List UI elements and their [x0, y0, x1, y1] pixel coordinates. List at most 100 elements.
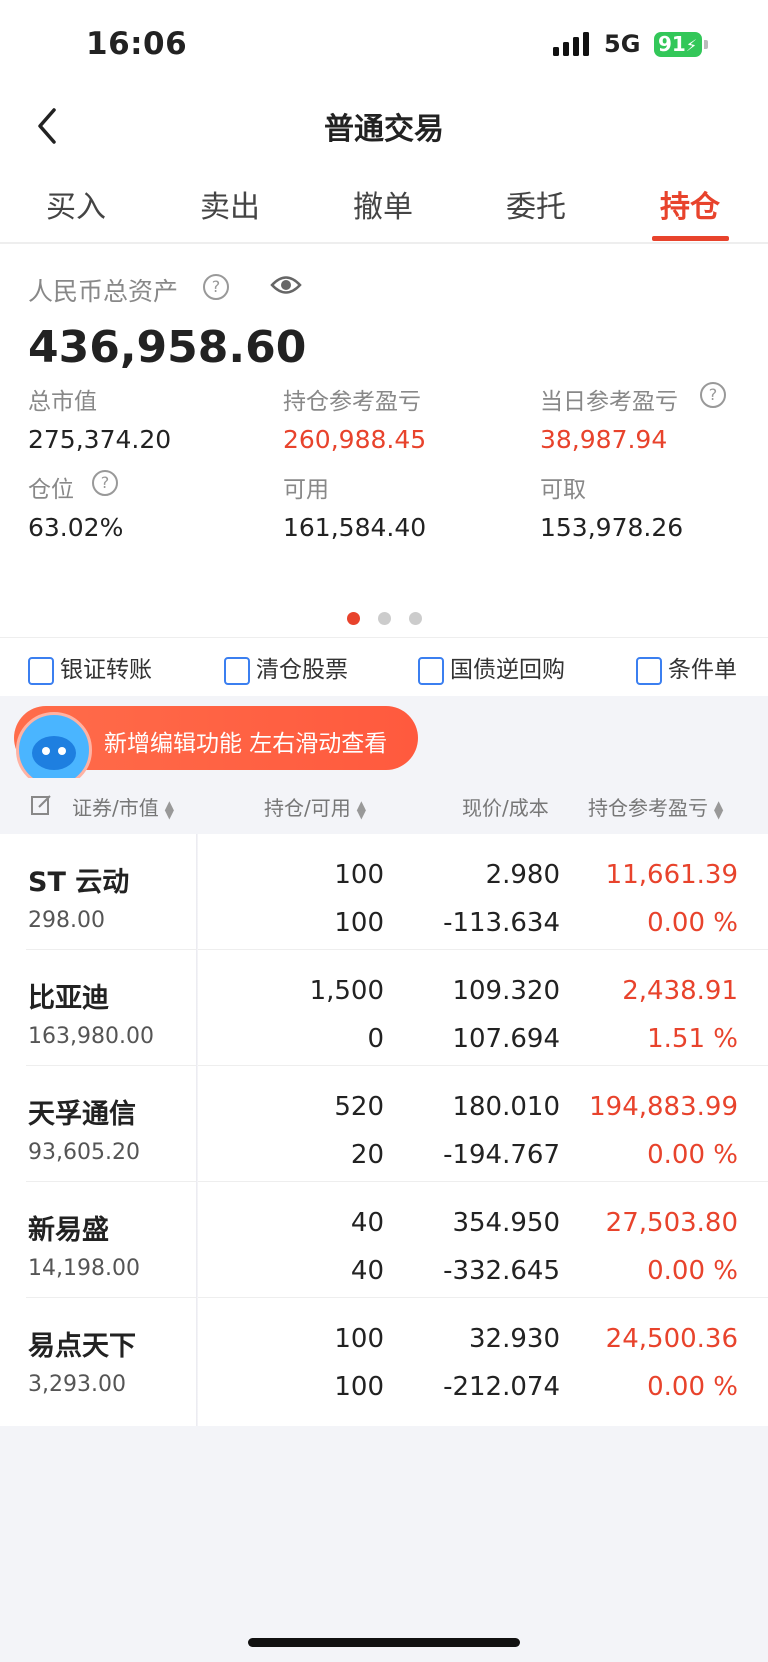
daily-pnl-value: 38,987.94 [540, 425, 668, 454]
positions-table: ST 云动 298.00 100 100 2.980 -113.634 11,6… [0, 834, 768, 1426]
active-tab-indicator [652, 236, 729, 241]
fixed-column-shadow [196, 834, 198, 1426]
stock-market-value: 298.00 [28, 908, 105, 933]
position-pnl-value: 260,988.45 [283, 425, 427, 454]
stock-name: 新易盛 [28, 1215, 109, 1246]
help-icon[interactable]: ? [92, 470, 118, 496]
asset-summary: 人民币总资产 ? 436,958.60 总市值 275,374.20 持仓参考盈… [0, 244, 768, 637]
table-row[interactable]: 易点天下 3,293.00 100 100 32.930 -212.074 24… [0, 1298, 768, 1414]
pnl-percent: 0.00 % [647, 1140, 738, 1170]
position-pnl-label: 持仓参考盈亏 [283, 389, 421, 415]
pnl-percent: 0.00 % [647, 908, 738, 938]
holding-qty: 1,500 [309, 976, 384, 1006]
market-value-label: 总市值 [28, 389, 97, 415]
cost-price: -194.767 [443, 1140, 560, 1170]
page-dot [378, 612, 391, 625]
chart-icon [224, 656, 250, 685]
tab-sell[interactable]: 卖出 [170, 182, 290, 226]
stock-market-value: 3,293.00 [28, 1372, 126, 1397]
header-security[interactable]: 证券/市值 ▲ ▼ [72, 792, 174, 821]
shortcut-bar: 银证转账 清仓股票 国债逆回购 条件单 [0, 637, 768, 696]
sort-icon: ▲ ▼ [356, 797, 366, 821]
header-pnl[interactable]: 持仓参考盈亏 ▲ ▼ [588, 792, 723, 821]
table-row[interactable]: 新易盛 14,198.00 40 40 354.950 -332.645 27,… [0, 1182, 768, 1298]
table-row[interactable]: 比亚迪 163,980.00 1,500 0 109.320 107.694 2… [0, 950, 768, 1066]
page-dot [409, 612, 422, 625]
status-bar: 16:06 5G 91⚡ [0, 0, 768, 90]
pnl-percent: 0.00 % [647, 1372, 738, 1402]
edit-icon[interactable] [30, 794, 52, 816]
header-holding[interactable]: 持仓/可用 ▲ ▼ [264, 792, 366, 821]
total-assets-value: 436,958.60 [28, 322, 307, 373]
withdrawable-value: 153,978.26 [540, 513, 684, 542]
available-qty: 100 [334, 908, 384, 938]
shortcut-reverse-repo[interactable]: 国债逆回购 [418, 650, 565, 685]
nav-bar: 普通交易 [0, 90, 768, 164]
tab-orders[interactable]: 委托 [476, 182, 596, 226]
page-title: 普通交易 [324, 112, 444, 147]
holding-qty: 40 [350, 1208, 384, 1238]
current-price: 354.950 [452, 1208, 560, 1238]
table-row[interactable]: 天孚通信 93,605.20 520 20 180.010 -194.767 1… [0, 1066, 768, 1182]
sort-icon: ▲ ▼ [714, 797, 724, 821]
header-price: 现价/成本 [462, 792, 549, 821]
document-icon [636, 656, 662, 685]
battery-icon: 91⚡ [654, 32, 702, 57]
tab-buy[interactable]: 买入 [16, 182, 136, 226]
current-price: 32.930 [469, 1324, 560, 1354]
available-qty: 0 [367, 1024, 384, 1054]
help-icon[interactable]: ? [203, 274, 229, 300]
pnl-amount: 24,500.36 [605, 1324, 738, 1354]
status-time: 16:06 [86, 26, 188, 62]
signal-icon [553, 32, 589, 56]
available-qty: 20 [350, 1140, 384, 1170]
help-icon[interactable]: ? [700, 382, 726, 408]
shortcut-bank-transfer[interactable]: 银证转账 [28, 650, 152, 685]
battery-level: 91 [658, 32, 686, 56]
pnl-amount: 27,503.80 [605, 1208, 738, 1238]
home-indicator[interactable] [248, 1638, 520, 1647]
pnl-amount: 194,883.99 [589, 1092, 738, 1122]
header-label: 持仓参考盈亏 [588, 796, 708, 820]
cost-price: -113.634 [443, 908, 560, 938]
holding-qty: 100 [334, 1324, 384, 1354]
available-label: 可用 [283, 477, 329, 503]
stock-market-value: 163,980.00 [28, 1024, 154, 1049]
daily-pnl-label: 当日参考盈亏 [540, 389, 678, 415]
pnl-amount: 2,438.91 [622, 976, 738, 1006]
cost-price: -212.074 [443, 1372, 560, 1402]
current-price: 180.010 [452, 1092, 560, 1122]
network-type: 5G [604, 30, 641, 58]
available-qty: 100 [334, 1372, 384, 1402]
available-value: 161,584.40 [283, 513, 427, 542]
table-row[interactable]: ST 云动 298.00 100 100 2.980 -113.634 11,6… [0, 834, 768, 950]
tab-bar: 买入 卖出 撤单 委托 持仓 [0, 164, 768, 244]
holding-qty: 520 [334, 1092, 384, 1122]
position-ratio-value: 63.02% [28, 513, 124, 542]
stock-name: 天孚通信 [28, 1099, 136, 1130]
battery-tip [704, 40, 708, 49]
header-label: 现价/成本 [462, 796, 549, 820]
withdrawable-label: 可取 [540, 477, 586, 503]
available-qty: 40 [350, 1256, 384, 1286]
cost-price: 107.694 [452, 1024, 560, 1054]
stock-name: 易点天下 [28, 1331, 136, 1362]
pnl-percent: 1.51 % [647, 1024, 738, 1054]
position-ratio-label: 仓位 [28, 477, 74, 503]
current-price: 2.980 [485, 860, 560, 890]
shortcut-label: 清仓股票 [256, 657, 348, 683]
shortcut-label: 条件单 [668, 657, 737, 683]
shortcut-label: 国债逆回购 [450, 657, 565, 683]
market-value: 275,374.20 [28, 425, 172, 454]
shortcut-conditional-order[interactable]: 条件单 [636, 650, 737, 685]
header-label: 持仓/可用 [264, 796, 351, 820]
mascot-icon [16, 712, 92, 788]
eye-icon[interactable] [270, 274, 302, 296]
current-price: 109.320 [452, 976, 560, 1006]
bank-transfer-icon [28, 656, 54, 685]
tab-positions[interactable]: 持仓 [630, 182, 750, 226]
banner-text: 新增编辑功能 左右滑动查看 [104, 731, 388, 757]
cost-price: -332.645 [443, 1256, 560, 1286]
shortcut-clear-positions[interactable]: 清仓股票 [224, 650, 348, 685]
tab-cancel[interactable]: 撤单 [323, 182, 443, 226]
